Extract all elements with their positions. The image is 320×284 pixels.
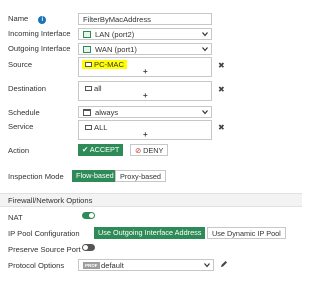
name-label: Name i [8,14,47,24]
schedule-select[interactable]: always [78,106,212,118]
protocol-options-select[interactable]: PROF default [78,259,214,271]
destination-field[interactable]: all + [78,81,212,101]
toggle-knob [83,245,88,250]
nat-toggle[interactable] [82,212,95,219]
inspection-mode-label: Inspection Mode [8,172,64,181]
service-icon [85,125,92,130]
name-input[interactable]: FilterByMacAddress [78,13,212,25]
service-field[interactable]: ALL + [78,120,212,140]
use-dynamic-ip-pool-option[interactable]: Use Dynamic IP Pool [207,227,286,239]
schedule-label: Schedule [8,108,40,117]
check-icon: ✔ [82,145,89,154]
source-field[interactable]: PC-MAC + [78,57,212,77]
clear-service-icon[interactable]: ✖ [218,123,225,132]
chevron-down-icon [204,263,210,268]
add-destination-icon[interactable]: + [143,91,148,100]
chevron-down-icon [202,47,208,52]
clear-source-icon[interactable]: ✖ [218,61,225,70]
outgoing-interface-select[interactable]: WAN (port1) [78,43,212,55]
profile-badge: PROF [83,262,100,269]
calendar-icon [83,109,91,116]
info-icon: i [38,16,47,24]
add-service-icon[interactable]: + [143,130,148,139]
accept-button[interactable]: ✔ ACCEPT [78,144,124,156]
service-entry[interactable]: ALL [82,123,111,132]
chevron-down-icon [202,32,208,37]
action-label: Action [8,146,30,155]
destination-entry[interactable]: all [82,84,105,93]
clear-destination-icon[interactable]: ✖ [218,85,225,94]
deny-button[interactable]: ⊘ DENY [130,144,169,156]
incoming-interface-label: Incoming Interface [8,29,71,38]
address-icon [85,62,92,67]
address-icon [85,86,92,91]
destination-label: Destination [8,84,46,93]
interface-icon [83,31,91,38]
flow-based-option[interactable]: Flow-based [72,170,118,182]
toggle-knob [89,213,94,218]
nat-label: NAT [8,213,23,222]
preserve-source-port-label: Preserve Source Port [8,245,81,254]
edit-pencil-icon[interactable] [220,260,228,268]
ip-pool-configuration-label: IP Pool Configuration [8,229,80,238]
source-entry[interactable]: PC-MAC [82,60,127,69]
incoming-interface-select[interactable]: LAN (port2) [78,28,212,40]
preserve-source-port-toggle[interactable] [82,244,95,251]
outgoing-interface-label: Outgoing Interface [8,44,71,53]
firewall-network-options-header: Firewall/Network Options [0,193,302,207]
chevron-down-icon [202,110,208,115]
proxy-based-option[interactable]: Proxy-based [115,170,166,182]
add-source-icon[interactable]: + [143,67,148,76]
use-outgoing-interface-address-option[interactable]: Use Outgoing Interface Address [94,227,206,239]
block-icon: ⊘ [135,146,142,155]
protocol-options-label: Protocol Options [8,261,65,270]
service-label: Service [8,122,34,131]
source-label: Source [8,60,33,69]
interface-icon [83,46,91,53]
